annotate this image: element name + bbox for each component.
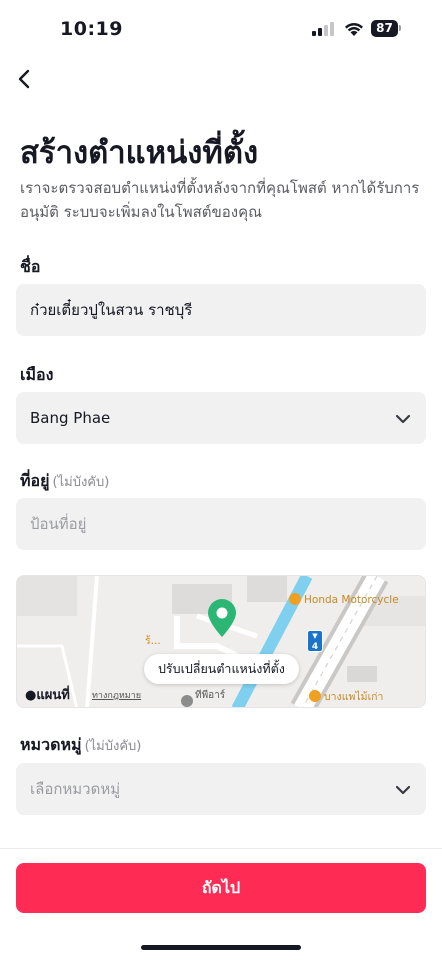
back-button[interactable] xyxy=(10,64,40,94)
name-label: ชื่อ xyxy=(20,256,40,278)
legal-link[interactable]: ทางกฎหมาย xyxy=(92,688,141,702)
battery-level: 87 xyxy=(371,20,398,37)
adjust-location-button[interactable]: ปรับเปลี่ยนตำแหน่งที่ตั้ง xyxy=(144,654,299,684)
category-select[interactable]: เลือกหมวดหมู่ xyxy=(16,763,426,815)
bottom-divider xyxy=(0,848,442,849)
category-optional-tag: (ไม่บังคับ) xyxy=(84,739,142,754)
page-title: สร้างตำแหน่งที่ตั้ง xyxy=(20,135,259,171)
cellular-signal-icon xyxy=(312,22,336,36)
name-input[interactable]: ก๋วยเตี๋ยวปูในสวน ราชบุรี xyxy=(16,284,426,336)
status-time: 10:19 xyxy=(60,18,123,40)
status-bar: 10:19 87 xyxy=(0,0,442,58)
page-subtitle: เราจะตรวจสอบตำแหน่งที่ตั้งหลังจากที่คุณโ… xyxy=(20,179,420,221)
address-optional-tag: (ไม่บังคับ) xyxy=(52,475,110,490)
location-pin-icon xyxy=(208,599,236,637)
city-label-text: เมือง xyxy=(20,365,54,384)
next-button[interactable]: ถัดไป xyxy=(16,863,426,913)
city-value: Bang Phae xyxy=(30,409,111,427)
city-select[interactable]: Bang Phae xyxy=(16,392,426,444)
poi-left-label: ร้... xyxy=(145,635,161,647)
route-marker: ▼ 4 xyxy=(307,630,323,652)
chevron-left-icon xyxy=(18,69,30,89)
city-label: เมือง xyxy=(20,364,53,386)
place-label: ทีพีอาร์ xyxy=(195,690,226,701)
category-label: หมวดหมู่ (ไม่บังคับ) xyxy=(20,734,141,758)
address-input[interactable]: ป้อนที่อยู่ xyxy=(16,498,426,550)
name-label-text: ชื่อ xyxy=(20,257,41,276)
location-map[interactable]: Honda Motorcycle บางแพไม้เก่า ร้... ▼ 4 ป… xyxy=(16,575,426,708)
chevron-down-icon xyxy=(395,785,411,795)
poi-bangphae: บางแพไม้เก่า xyxy=(309,688,383,705)
address-label: ที่อยู่ (ไม่บังคับ) xyxy=(20,470,109,494)
apple-icon: ● xyxy=(25,688,37,703)
poi-dot-icon xyxy=(309,690,321,702)
create-location-screen: 10:19 87 สร้างตำแหน่งที่ตั้ง เราจะตรวจสอ… xyxy=(0,0,442,960)
category-label-text: หมวดหมู่ xyxy=(20,735,82,754)
poi-honda: Honda Motorcycle xyxy=(289,593,399,606)
maps-logo: ●แผนที่ xyxy=(25,688,70,703)
address-label-text: ที่อยู่ xyxy=(20,471,50,490)
chevron-down-icon xyxy=(395,414,411,424)
home-indicator xyxy=(141,945,301,950)
poi-dot-icon xyxy=(289,593,301,605)
category-placeholder: เลือกหมวดหมู่ xyxy=(30,780,121,798)
battery-icon: 87 xyxy=(371,20,401,37)
wifi-icon xyxy=(345,23,363,36)
